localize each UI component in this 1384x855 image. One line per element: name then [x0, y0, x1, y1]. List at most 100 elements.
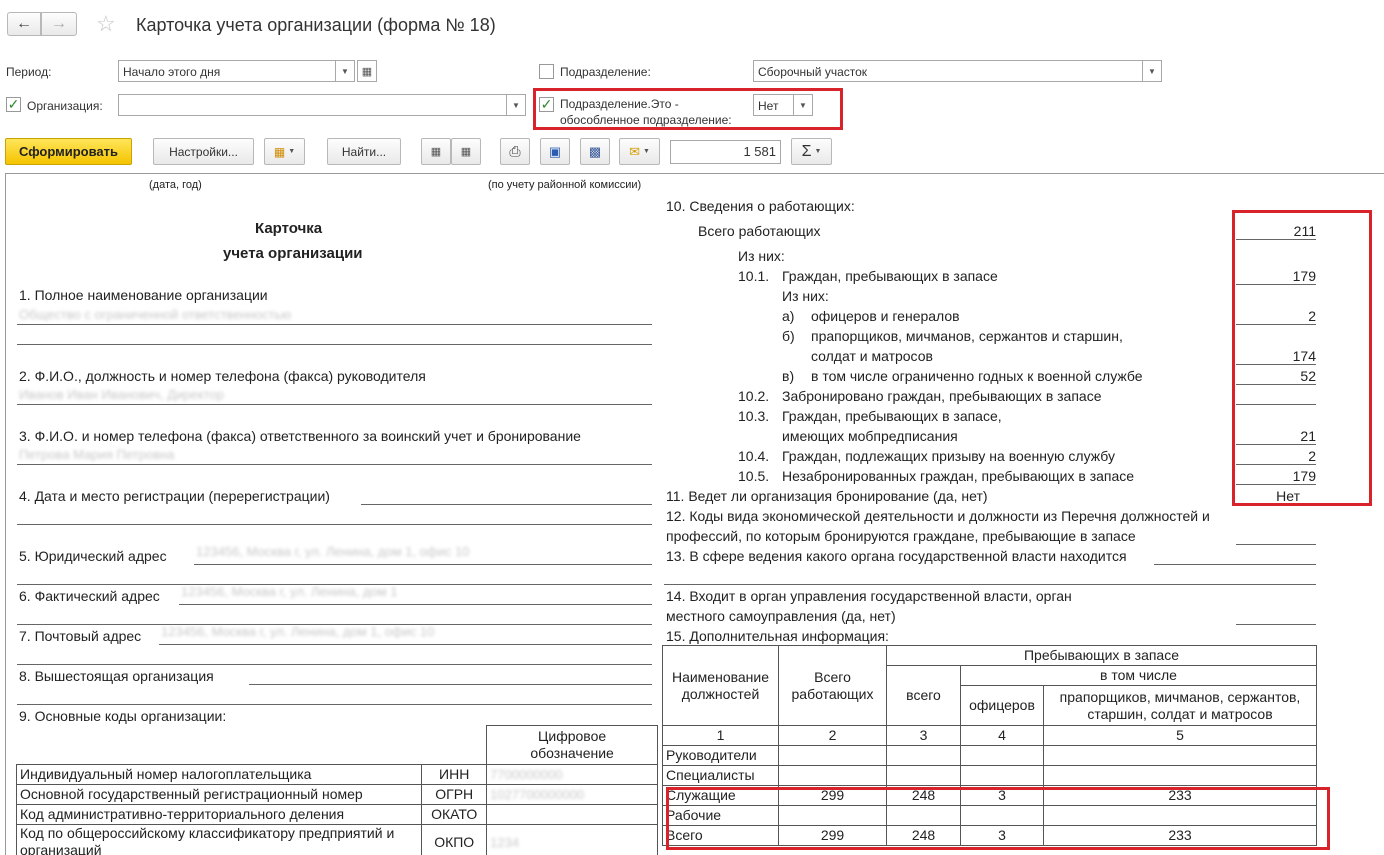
- forward-button[interactable]: →: [41, 12, 77, 36]
- ra-num: а): [782, 308, 795, 324]
- r10-4-num: 10.4.: [738, 448, 770, 464]
- selection-sum-field[interactable]: 1 581: [670, 140, 781, 164]
- r10-4-label: Граждан, подлежащих призыву на военную с…: [782, 448, 1115, 464]
- item4-label: 4. Дата и место регистрации (перерегистр…: [19, 488, 330, 504]
- row-officers: [960, 765, 1044, 786]
- th-all: всего: [886, 665, 961, 726]
- item13-line: [1154, 564, 1316, 565]
- th-name-1: Наименование: [671, 668, 770, 685]
- code-row: Индивидуальный номер налогоплательщика И…: [15, 764, 658, 785]
- item5-line: [194, 564, 652, 565]
- of-them-label: Из них:: [738, 248, 785, 264]
- item8-line2: [17, 704, 652, 705]
- col-num: 2: [778, 725, 887, 746]
- item7-value: 123456, Москва г, ул. Ленина, дом 1, офи…: [161, 624, 435, 639]
- organization-checkbox[interactable]: ✓: [6, 97, 21, 112]
- item1-line2: [17, 344, 652, 345]
- col-num: 1: [662, 725, 779, 746]
- rv-num: в): [782, 368, 795, 384]
- row-name: Специалисты: [662, 765, 779, 786]
- subdivision-checkbox[interactable]: [539, 64, 554, 79]
- item6-value: 123456, Москва г, ул. Ленина, дом 1: [181, 584, 398, 599]
- col-num: 3: [886, 725, 961, 746]
- organization-field[interactable]: [118, 94, 507, 116]
- code-row: Код по общероссийскому классификатору пр…: [15, 824, 658, 855]
- subdivision-field[interactable]: Сборочный участок: [753, 60, 1143, 82]
- chevron-down-icon: ▼: [512, 100, 520, 110]
- row-total: [778, 765, 887, 786]
- report-variant-icon: ▦: [273, 144, 286, 159]
- table-row: Руководители: [662, 745, 1317, 766]
- report-title-1: Карточка: [255, 220, 323, 237]
- code-value: 1234: [490, 835, 520, 850]
- code-abbr: ОГРН: [421, 784, 488, 805]
- generate-button[interactable]: Сформировать: [5, 138, 132, 165]
- code-name: Код по общероссийскому классификатору пр…: [20, 825, 395, 841]
- period-field[interactable]: Начало этого дня: [118, 60, 336, 82]
- item10-label: 10. Сведения о работающих:: [666, 198, 855, 214]
- subdivision-dropdown-button[interactable]: ▼: [1142, 60, 1162, 82]
- star-icon[interactable]: ☆: [96, 12, 116, 36]
- save-button[interactable]: ▩: [580, 138, 610, 165]
- chevron-down-icon: ▼: [1148, 66, 1156, 76]
- calendar-button[interactable]: ▦: [357, 60, 377, 82]
- rb-label-1: прапорщиков, мичманов, сержантов и старш…: [811, 328, 1123, 344]
- row-name: Руководители: [662, 745, 779, 766]
- r10-3-label-1: Граждан, пребывающих в запасе,: [782, 408, 1002, 424]
- find-button[interactable]: Найти...: [327, 138, 401, 165]
- item5-label: 5. Юридический адрес: [19, 548, 167, 564]
- period-label: Период:: [6, 65, 52, 79]
- item13-label: 13. В сфере ведения какого органа госуда…: [666, 548, 1127, 564]
- item8-label: 8. Вышестоящая организация: [19, 668, 214, 684]
- send-email-button[interactable]: ✉ ▼: [619, 138, 660, 165]
- codes-header-2: обозначение: [530, 745, 614, 761]
- caption-commission: (по учету районной комиссии): [488, 179, 642, 191]
- code-value: [486, 804, 658, 825]
- codes-header-1: Цифровое: [538, 728, 607, 744]
- item2-line: [17, 404, 652, 405]
- r10-3-label-2: имеющих мобпредписания: [782, 428, 958, 444]
- chevron-down-icon: ▼: [642, 148, 650, 155]
- sum-type-button[interactable]: Σ ▼: [791, 138, 832, 165]
- code-name: Основной государственный регистрационный…: [15, 784, 423, 805]
- col-num: 5: [1043, 725, 1317, 746]
- subdivision-label: Подразделение:: [560, 65, 651, 79]
- caption-date: (дата, год): [149, 179, 202, 191]
- floppy-disk-icon: ▩: [588, 143, 602, 159]
- preview-button[interactable]: ▣: [540, 138, 570, 165]
- item2-value: Иванов Иван Иванович, Директор: [19, 387, 224, 402]
- r10-1-num: 10.1.: [738, 268, 770, 284]
- item14-label-1: 14. Входит в орган управления государств…: [666, 588, 1072, 604]
- r10-5-num: 10.5.: [738, 468, 770, 484]
- code-abbr: ОКАТО: [421, 804, 488, 825]
- item2-label: 2. Ф.И.О., должность и номер телефона (ф…: [19, 368, 426, 384]
- variants-button[interactable]: ▦ ▼: [264, 138, 305, 165]
- report-title-2: учета организации: [223, 245, 363, 262]
- chevron-down-icon: ▼: [288, 148, 296, 155]
- grid-expand-icon: ▦: [430, 146, 442, 158]
- th-warrant-1: прапорщиков, мичманов, сержантов,: [1059, 688, 1301, 705]
- chevron-down-icon: ▼: [814, 148, 822, 155]
- back-button[interactable]: ←: [7, 12, 41, 36]
- row-all: [886, 765, 961, 786]
- item1-value: Общество с ограниченной ответственностью: [19, 307, 292, 322]
- print-button[interactable]: ⎙: [500, 138, 530, 165]
- report-document[interactable]: (дата, год) (по учету районной комиссии)…: [5, 173, 1384, 855]
- grid-collapse-icon: ▦: [460, 146, 472, 158]
- code-row: Код административно-территориального дел…: [15, 804, 658, 825]
- preview-icon: ▣: [548, 143, 562, 159]
- col-num: 4: [960, 725, 1044, 746]
- of-them2-label: Из них:: [782, 288, 829, 304]
- item11-label: 11. Ведет ли организация бронирование (д…: [666, 488, 988, 504]
- item15-label: 15. Дополнительная информация:: [666, 628, 889, 644]
- settings-button[interactable]: Настройки...: [153, 138, 254, 165]
- collapse-groups-button[interactable]: ▦: [451, 138, 481, 165]
- code-row: Основной государственный регистрационный…: [15, 784, 658, 805]
- code-name-2: организаций: [20, 842, 102, 855]
- expand-groups-button[interactable]: ▦: [421, 138, 451, 165]
- page-title: Карточка учета организации (форма № 18): [136, 15, 496, 35]
- rb-num: б): [782, 328, 795, 344]
- organization-dropdown-button[interactable]: ▼: [506, 94, 526, 116]
- organization-label: Организация:: [27, 99, 103, 113]
- period-dropdown-button[interactable]: ▼: [335, 60, 355, 82]
